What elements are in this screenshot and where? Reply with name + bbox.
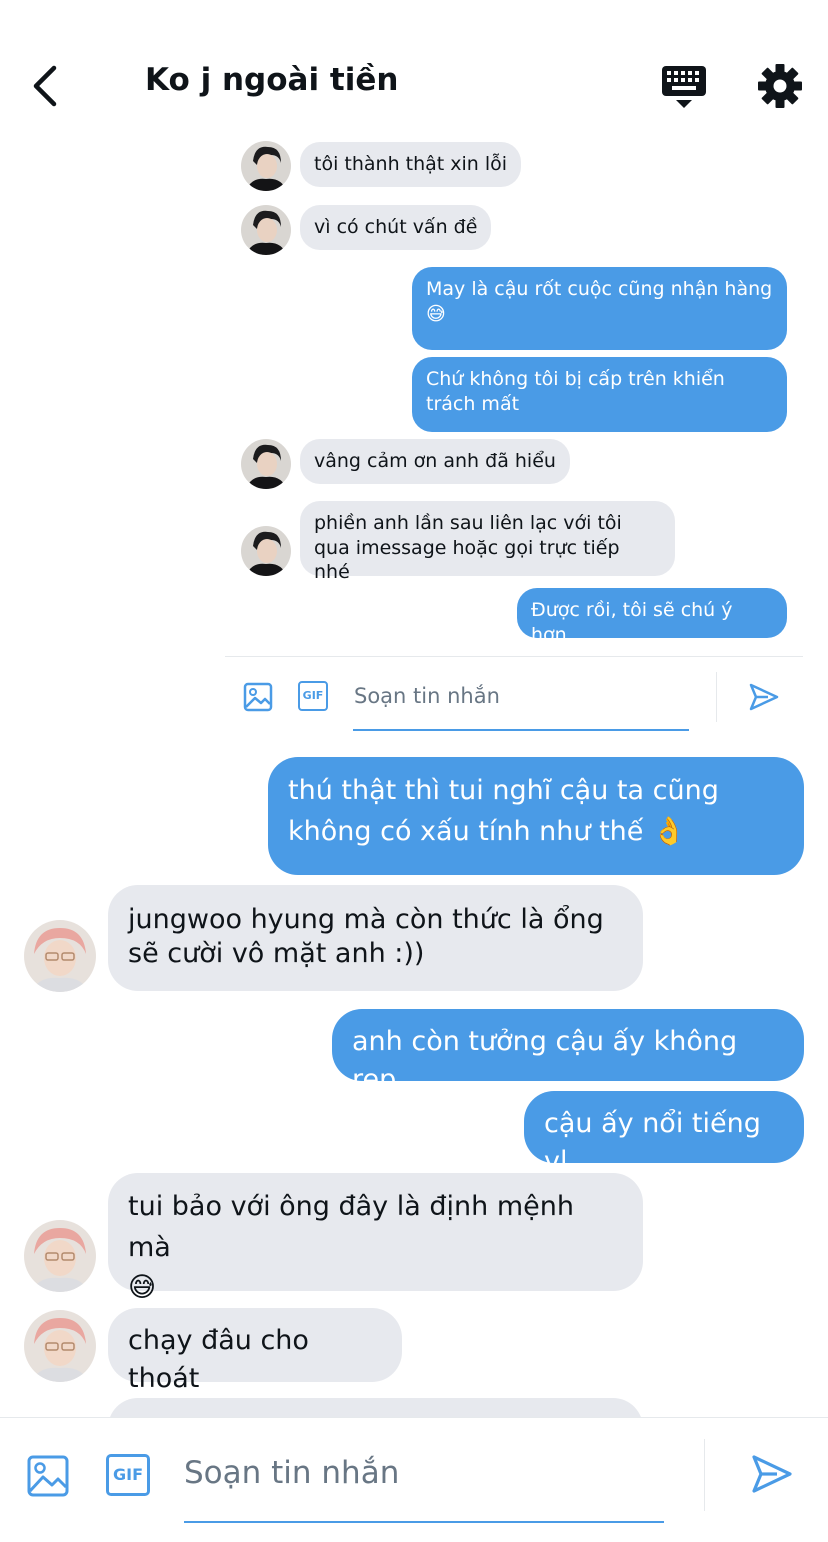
compose-underline xyxy=(353,729,689,731)
contact-avatar[interactable] xyxy=(241,439,291,489)
composer-divider xyxy=(0,1417,828,1418)
contact-avatar[interactable] xyxy=(241,526,291,576)
message-bubble-sent: anh còn tưởng cậu ấy không rep xyxy=(332,1009,804,1095)
compose-input[interactable]: Soạn tin nhắn xyxy=(184,1455,399,1491)
emoji: 😅 xyxy=(426,302,446,325)
message-bubble-sent: Được rồi, tôi sẽ chú ý hơn. xyxy=(517,588,787,646)
message-text: tui bảo với ông đây là định mệnh mà xyxy=(128,1191,574,1263)
message-text: jungwoo hyung mà còn thức là ổng sẽ cười… xyxy=(128,904,604,969)
message-bubble-received: phiền anh lần sau liên lạc với tôi qua i… xyxy=(300,501,675,583)
message-text: cậu ấy nổi tiếng vl xyxy=(544,1108,761,1177)
emoji: 😅 xyxy=(128,1272,157,1303)
message-text: anh còn tưởng cậu ấy không rep xyxy=(352,1026,738,1095)
message-bubble-received: vâng cảm ơn anh đã hiểu xyxy=(300,439,570,484)
message-text: vâng cảm ơn anh đã hiểu xyxy=(314,450,556,472)
message-text: tôi thành thật xin lỗi xyxy=(314,153,508,175)
contact-avatar[interactable] xyxy=(24,920,96,992)
message-text: chạy đâu cho thoát xyxy=(128,1325,309,1394)
gif-label: GIF xyxy=(302,689,324,702)
message-bubble-received: tui bảo với ông đây là định mệnh mà 😅 xyxy=(108,1173,643,1303)
message-text: May là cậu rốt cuộc cũng nhận hàng xyxy=(426,278,773,300)
contact-avatar[interactable] xyxy=(24,1220,96,1292)
message-text: Chứ không tôi bị cấp trên khiển trách mấ… xyxy=(426,368,725,415)
message-composer: GIF Soạn tin nhắn xyxy=(0,1417,828,1542)
message-bubble-sent: May là cậu rốt cuộc cũng nhận hàng 😅 xyxy=(412,267,787,350)
message-bubble-received: vì có chút vấn đề xyxy=(300,205,492,250)
message-bubble-sent: Chứ không tôi bị cấp trên khiển trách mấ… xyxy=(412,357,787,432)
gif-icon[interactable]: GIF xyxy=(298,681,328,711)
composer-separator xyxy=(716,672,717,722)
message-text: Được rồi, tôi sẽ chú ý hơn. xyxy=(531,599,733,646)
back-arrow-icon[interactable] xyxy=(28,62,64,110)
emoji: 👌 xyxy=(651,815,686,847)
message-bubble-received: tôi thành thật xin lỗi xyxy=(300,142,522,187)
composer-separator xyxy=(704,1439,705,1511)
send-icon[interactable] xyxy=(750,1453,794,1495)
gear-icon[interactable] xyxy=(757,63,803,109)
conversation-title[interactable]: Ko j ngoài tiền xyxy=(145,62,398,98)
gif-label: GIF xyxy=(112,1465,143,1484)
composer-divider xyxy=(225,656,803,657)
send-icon[interactable] xyxy=(748,682,780,712)
contact-avatar[interactable] xyxy=(241,141,291,191)
message-bubble-sent: thú thật thì tui nghĩ cậu ta cũng không … xyxy=(268,757,804,875)
compose-underline xyxy=(184,1521,664,1523)
message-text: vì có chút vấn đề xyxy=(314,216,478,238)
chat-header: Ko j ngoài tiền xyxy=(0,0,828,135)
keyboard-icon[interactable] xyxy=(660,64,708,110)
image-icon[interactable] xyxy=(26,1454,70,1498)
contact-avatar[interactable] xyxy=(24,1310,96,1382)
gif-icon[interactable]: GIF xyxy=(106,1454,150,1496)
message-bubble-received: jungwoo hyung mà còn thức là ổng sẽ cười… xyxy=(108,885,643,991)
message-bubble-sent: cậu ấy nổi tiếng vl xyxy=(524,1091,804,1177)
message-text: phiền anh lần sau liên lạc với tôi qua i… xyxy=(314,512,622,584)
compose-input[interactable]: Soạn tin nhắn xyxy=(354,684,500,708)
contact-avatar[interactable] xyxy=(241,205,291,255)
message-bubble-received: chạy đâu cho thoát xyxy=(108,1308,402,1394)
image-icon[interactable] xyxy=(243,682,273,712)
